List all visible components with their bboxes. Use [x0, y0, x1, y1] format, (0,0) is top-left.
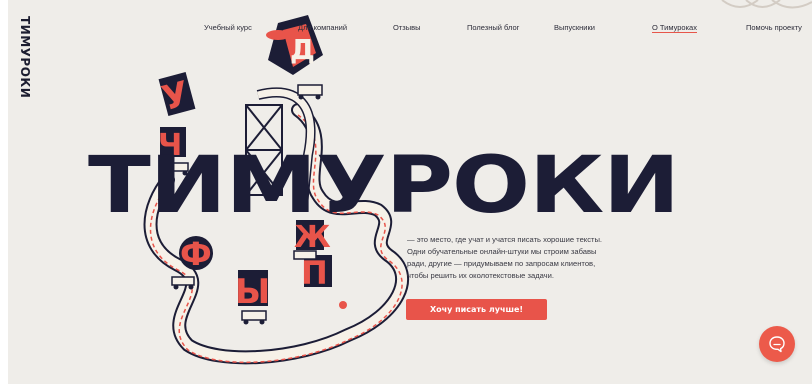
main-nav: Учебный курс Для компаний Отзывы Полезны…: [8, 23, 812, 37]
chat-widget-button[interactable]: [759, 326, 795, 362]
nav-item-graduates[interactable]: Выпускники: [554, 23, 595, 32]
write-better-button[interactable]: Хочу писать лучше!: [406, 299, 547, 320]
nav-item-course[interactable]: Учебный курс: [204, 23, 252, 32]
nav-item-reviews[interactable]: Отзывы: [393, 23, 420, 32]
nav-item-about[interactable]: О Тимуроках: [652, 23, 697, 32]
decorative-curves: [662, 0, 812, 14]
hero-title: ТИМУРОКИ: [88, 141, 680, 231]
svg-text:Ы: Ы: [235, 272, 270, 312]
description-line: — это место, где учат и учатся писать хо…: [407, 235, 603, 244]
chat-bubble-icon: [769, 336, 785, 353]
hero-description: — это место, где учат и учатся писать хо…: [407, 234, 682, 282]
svg-text:Д: Д: [290, 33, 315, 66]
svg-text:У: У: [158, 74, 194, 119]
description-line: чтобы решить их околотекстовые задачи.: [407, 271, 554, 280]
page: ТИМУРОКИ Д У Ч Ф Ы Ж П ТИМУРОКИ Учебный …: [8, 0, 812, 384]
description-line: ради, другие — придумываем по запросам к…: [407, 259, 596, 268]
svg-text:Ф: Ф: [180, 235, 212, 273]
nav-item-donate[interactable]: Помочь проекту: [746, 23, 802, 32]
nav-item-blog[interactable]: Полезный блог: [467, 23, 519, 32]
nav-item-companies[interactable]: Для компаний: [298, 23, 347, 32]
description-line: Одни обучательные онлайн-штуки мы строим…: [407, 247, 597, 256]
